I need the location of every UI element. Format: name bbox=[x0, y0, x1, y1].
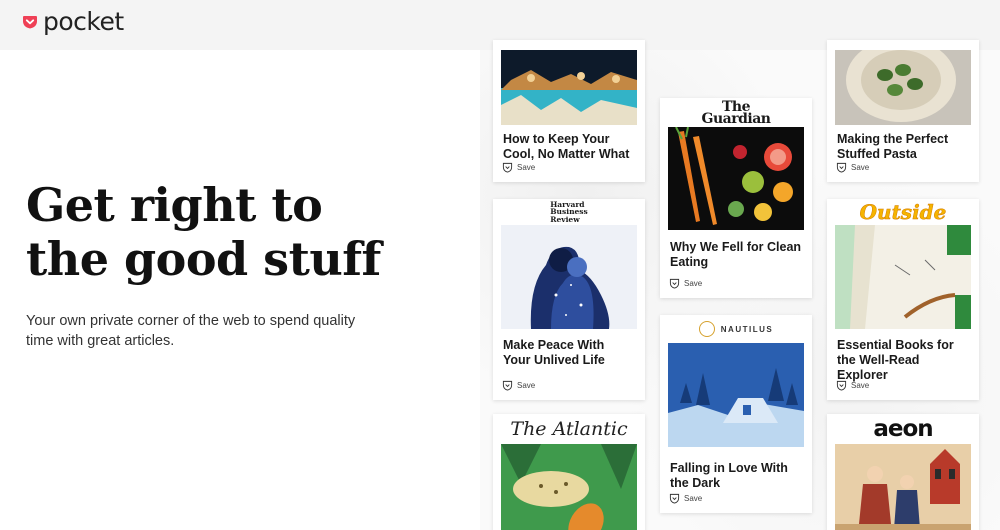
article-card-atlantic[interactable]: The Atlantic bbox=[493, 414, 645, 530]
save-button[interactable]: Save bbox=[502, 380, 535, 391]
article-image-books-explorer bbox=[835, 225, 971, 329]
save-icon bbox=[669, 493, 680, 504]
save-button[interactable]: Save bbox=[836, 162, 869, 173]
publication-name-line-2: Guardian bbox=[701, 110, 771, 127]
save-button[interactable]: Save bbox=[502, 162, 535, 173]
article-title: Essential Books for the Well-Read Explor… bbox=[837, 338, 954, 382]
hero-title: Get right to the good stuff bbox=[26, 178, 466, 286]
article-title: Why We Fell for Clean Eating bbox=[670, 240, 802, 269]
save-label: Save bbox=[684, 494, 703, 503]
hero-subtitle: Your own private corner of the web to sp… bbox=[26, 313, 356, 349]
save-label: Save bbox=[851, 381, 870, 390]
article-image-atlantic bbox=[501, 444, 637, 530]
save-button[interactable]: Save bbox=[836, 380, 869, 391]
publication-logo-nautilus: NAUTILUS bbox=[660, 315, 812, 343]
article-card-books-explorer[interactable]: Outside Essential Books for the Well-Rea… bbox=[827, 199, 979, 400]
article-image-clean-eating bbox=[668, 127, 804, 230]
article-title: Falling in Love With the Dark bbox=[670, 461, 788, 490]
publication-name: NAUTILUS bbox=[720, 324, 774, 334]
save-icon bbox=[836, 162, 847, 173]
pocket-logo[interactable]: pocket bbox=[22, 7, 124, 36]
article-image-aeon bbox=[835, 444, 971, 530]
save-icon bbox=[836, 380, 847, 391]
hero-title-line-1: Get right to bbox=[26, 178, 323, 232]
save-button[interactable]: Save bbox=[669, 278, 702, 289]
article-title: Making the Perfect Stuffed Pasta bbox=[837, 132, 949, 161]
publication-logo-guardian: The Guardian bbox=[660, 98, 812, 127]
article-card-love-dark[interactable]: NAUTILUS Falling in Love With the Dark S… bbox=[660, 315, 812, 513]
save-label: Save bbox=[851, 163, 870, 172]
save-button[interactable]: Save bbox=[669, 493, 702, 504]
article-image-keep-cool bbox=[501, 50, 637, 125]
save-label: Save bbox=[517, 381, 536, 390]
save-icon bbox=[669, 278, 680, 289]
publication-name: The Atlantic bbox=[510, 418, 628, 440]
save-icon bbox=[502, 162, 513, 173]
save-label: Save bbox=[517, 163, 536, 172]
save-icon bbox=[502, 380, 513, 391]
article-card-keep-cool[interactable]: How to Keep Your Cool, No Matter What Sa… bbox=[493, 40, 645, 182]
publication-name: aeon bbox=[873, 416, 933, 442]
save-label: Save bbox=[684, 279, 703, 288]
publication-logo-aeon: aeon bbox=[827, 414, 979, 444]
hero-title-line-2: the good stuff bbox=[26, 232, 381, 286]
article-title: How to Keep Your Cool, No Matter What bbox=[503, 132, 630, 161]
article-card-aeon[interactable]: aeon bbox=[827, 414, 979, 530]
article-image-love-dark bbox=[668, 343, 804, 447]
publication-logo-atlantic: The Atlantic bbox=[493, 414, 645, 444]
pocket-logo-icon bbox=[23, 15, 37, 28]
publication-name: Outside bbox=[859, 200, 947, 225]
publication-name-line-3: Review bbox=[550, 214, 580, 224]
article-card-stuffed-pasta[interactable]: Making the Perfect Stuffed Pasta Save bbox=[827, 40, 979, 182]
publication-logo-hbr: Harvard Business Review bbox=[493, 199, 645, 225]
nautilus-logo-icon bbox=[698, 321, 715, 337]
brand-name: pocket bbox=[43, 7, 124, 36]
article-title: Make Peace With Your Unlived Life bbox=[503, 338, 605, 367]
article-card-make-peace[interactable]: Harvard Business Review Make Peace With … bbox=[493, 199, 645, 400]
article-image-stuffed-pasta bbox=[835, 50, 971, 125]
article-card-clean-eating[interactable]: The Guardian Why We Fell for Clean Eatin… bbox=[660, 98, 812, 298]
article-image-make-peace bbox=[501, 225, 637, 329]
publication-logo-outside: Outside bbox=[827, 199, 979, 225]
